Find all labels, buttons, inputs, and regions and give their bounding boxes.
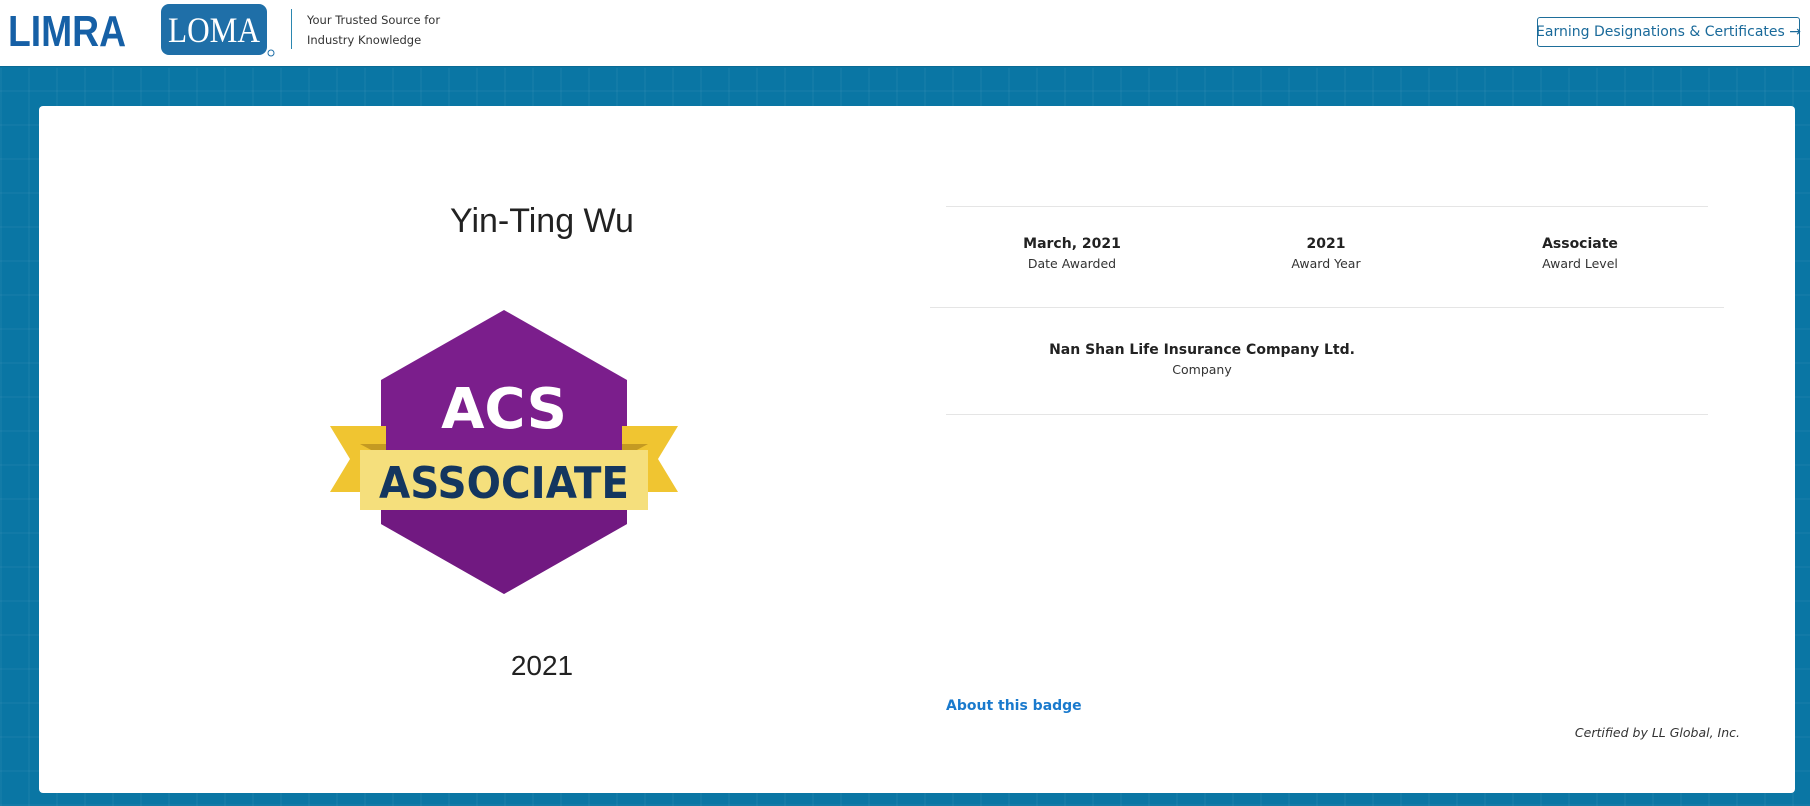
- date-awarded-value: March, 2021: [1023, 236, 1121, 252]
- certified-by-text: Certified by LL Global, Inc.: [1574, 725, 1740, 740]
- earning-designations-button[interactable]: Earning Designations & Certificates →: [1536, 17, 1801, 47]
- award-year: 2021 Award Year: [1216, 234, 1436, 274]
- divider-bottom: [946, 414, 1708, 415]
- header-tagline: Your Trusted Source for Industry Knowled…: [307, 13, 441, 47]
- svg-text:ACS: ACS: [441, 377, 567, 442]
- svg-text:ASSOCIATE: ASSOCIATE: [379, 458, 629, 509]
- company-label: Company: [1172, 362, 1232, 377]
- company-value: Nan Shan Life Insurance Company Ltd.: [1049, 342, 1355, 358]
- award-level: Associate Award Level: [1470, 234, 1690, 274]
- loma-logo[interactable]: LOMA: [160, 3, 276, 57]
- date-awarded: March, 2021 Date Awarded: [962, 234, 1182, 274]
- svg-text:LIMRA: LIMRA: [8, 8, 126, 50]
- award-year-value: 2021: [1306, 236, 1346, 252]
- svg-text:LOMA: LOMA: [168, 10, 260, 50]
- header-divider: [291, 9, 292, 49]
- divider-middle: [930, 307, 1724, 308]
- divider-top: [946, 206, 1708, 207]
- site-header: LIMRA LOMA Your Trusted Source for Indus…: [0, 0, 1810, 67]
- limra-logo[interactable]: LIMRA: [8, 8, 130, 50]
- award-year-label: Award Year: [1291, 256, 1361, 271]
- company: Nan Shan Life Insurance Company Ltd. Com…: [947, 340, 1457, 380]
- badge-card: Yin-Ting Wu ACS ASSOCIATE 2021 March, 20…: [39, 106, 1795, 793]
- date-awarded-label: Date Awarded: [1027, 256, 1117, 271]
- award-level-label: Award Level: [1542, 256, 1618, 271]
- award-level-value: Associate: [1542, 236, 1618, 252]
- acs-associate-badge-image: ACS ASSOCIATE: [330, 310, 678, 594]
- badge-year: 2021: [510, 650, 574, 681]
- recipient-name: Yin-Ting Wu: [450, 202, 634, 240]
- about-this-badge-link[interactable]: About this badge: [946, 698, 1082, 714]
